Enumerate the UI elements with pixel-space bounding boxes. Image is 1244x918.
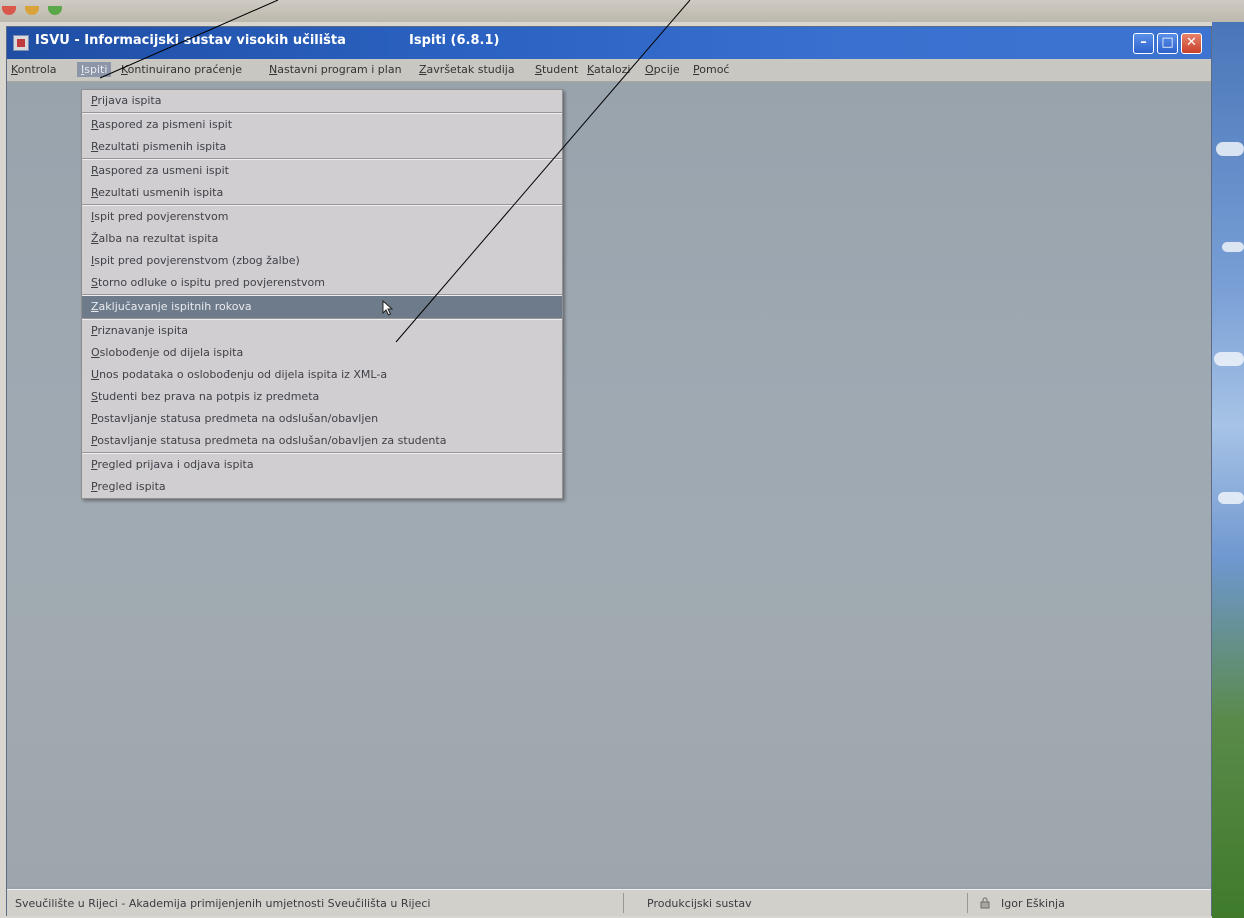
menu-item-priznavanje-ispita[interactable]: Priznavanje ispita xyxy=(82,320,562,342)
minimize-button[interactable]: – xyxy=(1133,33,1154,54)
monitor-bezel-top xyxy=(0,0,1244,22)
status-divider xyxy=(623,893,624,913)
menu-opcije[interactable]: Opcije xyxy=(645,63,680,76)
window-title: ISVU - Informacijski sustav visokih učil… xyxy=(35,33,346,48)
menu-item-studenti-bez-potpisa[interactable]: Studenti bez prava na potpis iz predmeta xyxy=(82,386,562,408)
menu-item-rezultati-pismeni[interactable]: Rezultati pismenih ispita xyxy=(82,136,562,158)
module-version: Ispiti (6.8.1) xyxy=(409,33,500,48)
desktop-wallpaper xyxy=(1212,22,1244,918)
menu-pomoc[interactable]: Pomoć xyxy=(693,63,729,76)
menu-kontrola[interactable]: Kontrola xyxy=(11,63,57,76)
ispiti-dropdown-menu: Prijava ispita Raspored za pismeni ispit… xyxy=(81,89,563,499)
window-traffic-lights xyxy=(2,0,66,15)
menu-item-prijava-ispita[interactable]: Prijava ispita xyxy=(82,90,562,112)
status-institution: Sveučilište u Rijeci - Akademija primije… xyxy=(15,897,431,910)
status-environment: Produkcijski sustav xyxy=(647,897,752,910)
wallpaper-cloud xyxy=(1216,142,1244,156)
traffic-light-red-icon xyxy=(2,6,16,15)
menu-item-raspored-pismeni[interactable]: Raspored za pismeni ispit xyxy=(82,114,562,136)
menu-nastavni-program[interactable]: Nastavni program i plan xyxy=(269,63,402,76)
menu-item-storno-odluke[interactable]: Storno odluke o ispitu pred povjerenstvo… xyxy=(82,272,562,294)
menu-item-raspored-usmeni[interactable]: Raspored za usmeni ispit xyxy=(82,160,562,182)
menu-item-ispit-pred-povjerenstvom[interactable]: Ispit pred povjerenstvom xyxy=(82,206,562,228)
status-bar: Sveučilište u Rijeci - Akademija primije… xyxy=(7,889,1211,916)
menu-item-zalba-na-rezultat[interactable]: Žalba na rezultat ispita xyxy=(82,228,562,250)
menu-item-oslobodjenje[interactable]: Oslobođenje od dijela ispita xyxy=(82,342,562,364)
maximize-button[interactable]: □ xyxy=(1157,33,1178,54)
app-window: ISVU - Informacijski sustav visokih učil… xyxy=(6,26,1212,916)
menu-bar: Kontrola Ispiti Kontinuirano praćenje Na… xyxy=(7,59,1211,82)
menu-item-unos-xml[interactable]: Unos podataka o oslobođenju od dijela is… xyxy=(82,364,562,386)
menu-zavrsetak-studija[interactable]: Završetak studija xyxy=(419,63,515,76)
menu-item-ispit-povjerenstvo-zalba[interactable]: Ispit pred povjerenstvom (zbog žalbe) xyxy=(82,250,562,272)
menu-item-status-odslusan[interactable]: Postavljanje statusa predmeta na odsluša… xyxy=(82,408,562,430)
close-button[interactable]: ✕ xyxy=(1181,33,1202,54)
title-bar: ISVU - Informacijski sustav visokih učil… xyxy=(7,27,1211,59)
status-user: Igor Eškinja xyxy=(1001,897,1065,910)
menu-item-rezultati-usmeni[interactable]: Rezultati usmenih ispita xyxy=(82,182,562,204)
menu-student[interactable]: Student xyxy=(535,63,578,76)
menu-katalozi[interactable]: Katalozi xyxy=(587,63,630,76)
menu-ispiti[interactable]: Ispiti xyxy=(77,62,112,77)
menu-item-zakljucavanje-rokova[interactable]: Zaključavanje ispitnih rokova xyxy=(82,296,562,318)
wallpaper-cloud xyxy=(1218,492,1244,504)
mouse-pointer-icon xyxy=(382,300,394,316)
menu-kontinuirano-pracenje[interactable]: Kontinuirano praćenje xyxy=(121,63,242,76)
wallpaper-cloud xyxy=(1222,242,1244,252)
wallpaper-cloud xyxy=(1214,352,1244,366)
menu-item-pregled-ispita[interactable]: Pregled ispita xyxy=(82,476,562,498)
app-logo-icon xyxy=(13,35,29,51)
traffic-light-yellow-icon xyxy=(25,6,40,15)
menu-item-label: Zaključavanje ispitnih rokova xyxy=(91,300,252,313)
menu-item-pregled-prijava[interactable]: Pregled prijava i odjava ispita xyxy=(82,454,562,476)
traffic-light-green-icon xyxy=(48,6,63,15)
menu-item-status-odslusan-student[interactable]: Postavljanje statusa predmeta na odsluša… xyxy=(82,430,562,452)
user-lock-icon xyxy=(980,897,990,909)
status-divider xyxy=(967,893,968,913)
